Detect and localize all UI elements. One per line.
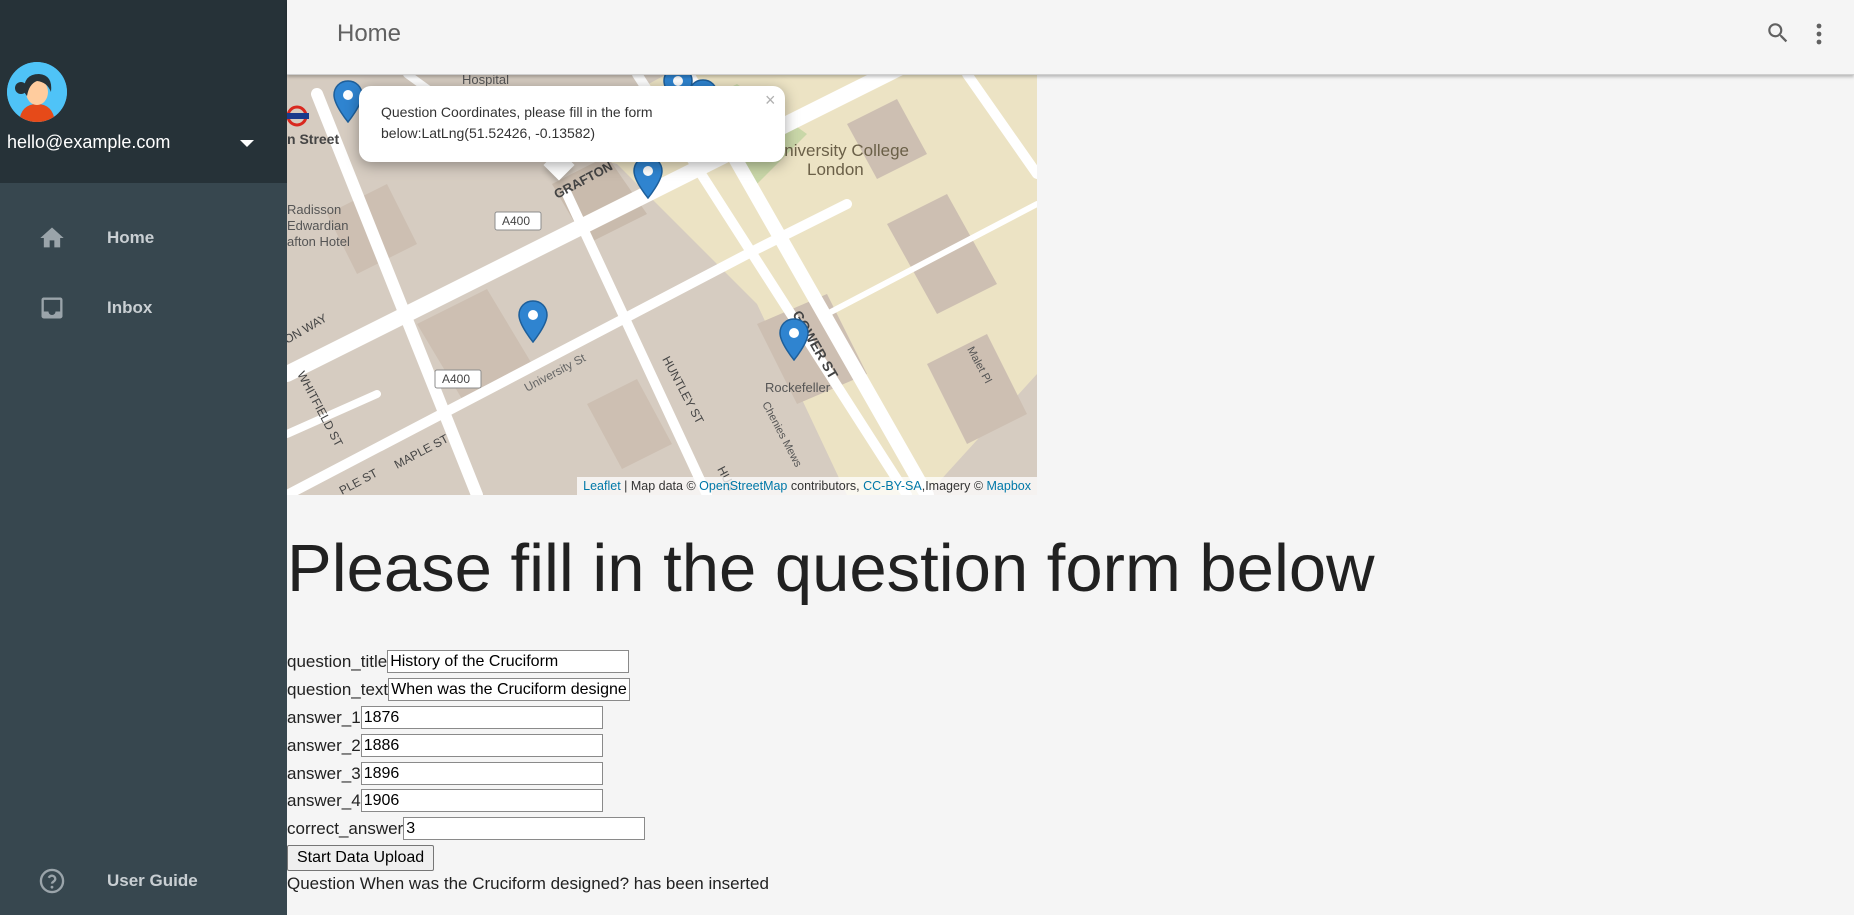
form-heading: Please fill in the question form below: [287, 531, 1375, 606]
account-header: hello@example.com: [0, 0, 287, 183]
help-icon: [39, 868, 65, 894]
home-icon: [40, 227, 64, 248]
search-icon[interactable]: [1765, 20, 1791, 46]
field-label: correct_answer: [287, 818, 404, 838]
map-marker-icon[interactable]: [517, 300, 549, 344]
start-data-upload-button[interactable]: Start Data Upload: [287, 845, 435, 871]
map-label: n Street: [287, 131, 339, 147]
map-label: Rockefeller: [765, 380, 831, 395]
attribution-text: contributors,: [787, 479, 864, 493]
form-row-answer-3: answer_3: [287, 762, 603, 785]
form-row-question-text: question_text: [287, 678, 631, 701]
account-email: hello@example.com: [7, 132, 171, 152]
map-popup: Question Coordinates, please fill in the…: [359, 86, 785, 162]
form-row-answer-1: answer_1: [287, 706, 603, 729]
form-row-correct-answer: correct_answer: [287, 817, 646, 840]
sidebar-item-label: Home: [107, 228, 155, 247]
map-marker-icon[interactable]: [632, 156, 664, 200]
answer-1-input[interactable]: [360, 706, 603, 729]
upload-status-text: Question When was the Cruciform designed…: [287, 874, 769, 893]
map-label: A400: [502, 214, 530, 228]
attribution-text: ,Imagery ©: [921, 479, 987, 493]
field-label: answer_4: [287, 790, 361, 810]
mapbox-link[interactable]: Mapbox: [987, 479, 1031, 493]
map-label: Radisson: [287, 202, 341, 217]
field-label: answer_1: [287, 707, 361, 727]
form-row-answer-4: answer_4: [287, 789, 603, 812]
map-attribution: Leaflet | Map data © OpenStreetMap contr…: [577, 477, 1037, 495]
sidebar-item-home[interactable]: Home: [0, 210, 287, 266]
more-vert-icon[interactable]: [1814, 22, 1824, 48]
answer-2-input[interactable]: [360, 734, 603, 757]
sidebar: hello@example.com Home Inbox User Guide: [0, 0, 287, 915]
map-label: University College: [772, 141, 909, 160]
field-label: answer_3: [287, 763, 361, 783]
page-title: Home: [337, 20, 402, 47]
answer-3-input[interactable]: [360, 762, 603, 785]
sidebar-item-label: User Guide: [107, 871, 198, 890]
map-label: afton Hotel: [287, 234, 350, 249]
form-row-answer-2: answer_2: [287, 734, 603, 757]
top-app-bar: Home: [287, 0, 1854, 75]
correct-answer-input[interactable]: [403, 817, 646, 840]
question-title-input[interactable]: [387, 650, 630, 673]
sidebar-item-inbox[interactable]: Inbox: [0, 280, 287, 336]
answer-4-input[interactable]: [360, 789, 603, 812]
map-label: London: [807, 160, 864, 179]
field-label: question_title: [287, 651, 388, 671]
map-label: A400: [442, 372, 470, 386]
field-label: question_text: [287, 679, 389, 699]
openstreetmap-link[interactable]: OpenStreetMap: [699, 479, 787, 493]
attribution-text: | Map data ©: [620, 479, 700, 493]
sidebar-item-label: Inbox: [107, 298, 153, 317]
account-dropdown-caret-icon[interactable]: [240, 140, 254, 147]
map-label: Edwardian: [287, 218, 348, 233]
popup-text: Question Coordinates, please fill in the…: [381, 104, 653, 141]
leaflet-map[interactable]: Hospital n Street University College Lon…: [287, 74, 1037, 495]
avatar[interactable]: [7, 62, 67, 122]
question-text-input[interactable]: [388, 678, 631, 701]
cc-by-sa-link[interactable]: CC-BY-SA: [863, 479, 922, 493]
map-marker-icon[interactable]: [778, 318, 810, 362]
close-icon[interactable]: ×: [765, 90, 776, 111]
leaflet-link[interactable]: Leaflet: [583, 479, 621, 493]
sidebar-item-user-guide[interactable]: User Guide: [0, 853, 287, 909]
field-label: answer_2: [287, 735, 361, 755]
form-row-question-title: question_title: [287, 650, 630, 673]
inbox-icon: [41, 297, 63, 319]
